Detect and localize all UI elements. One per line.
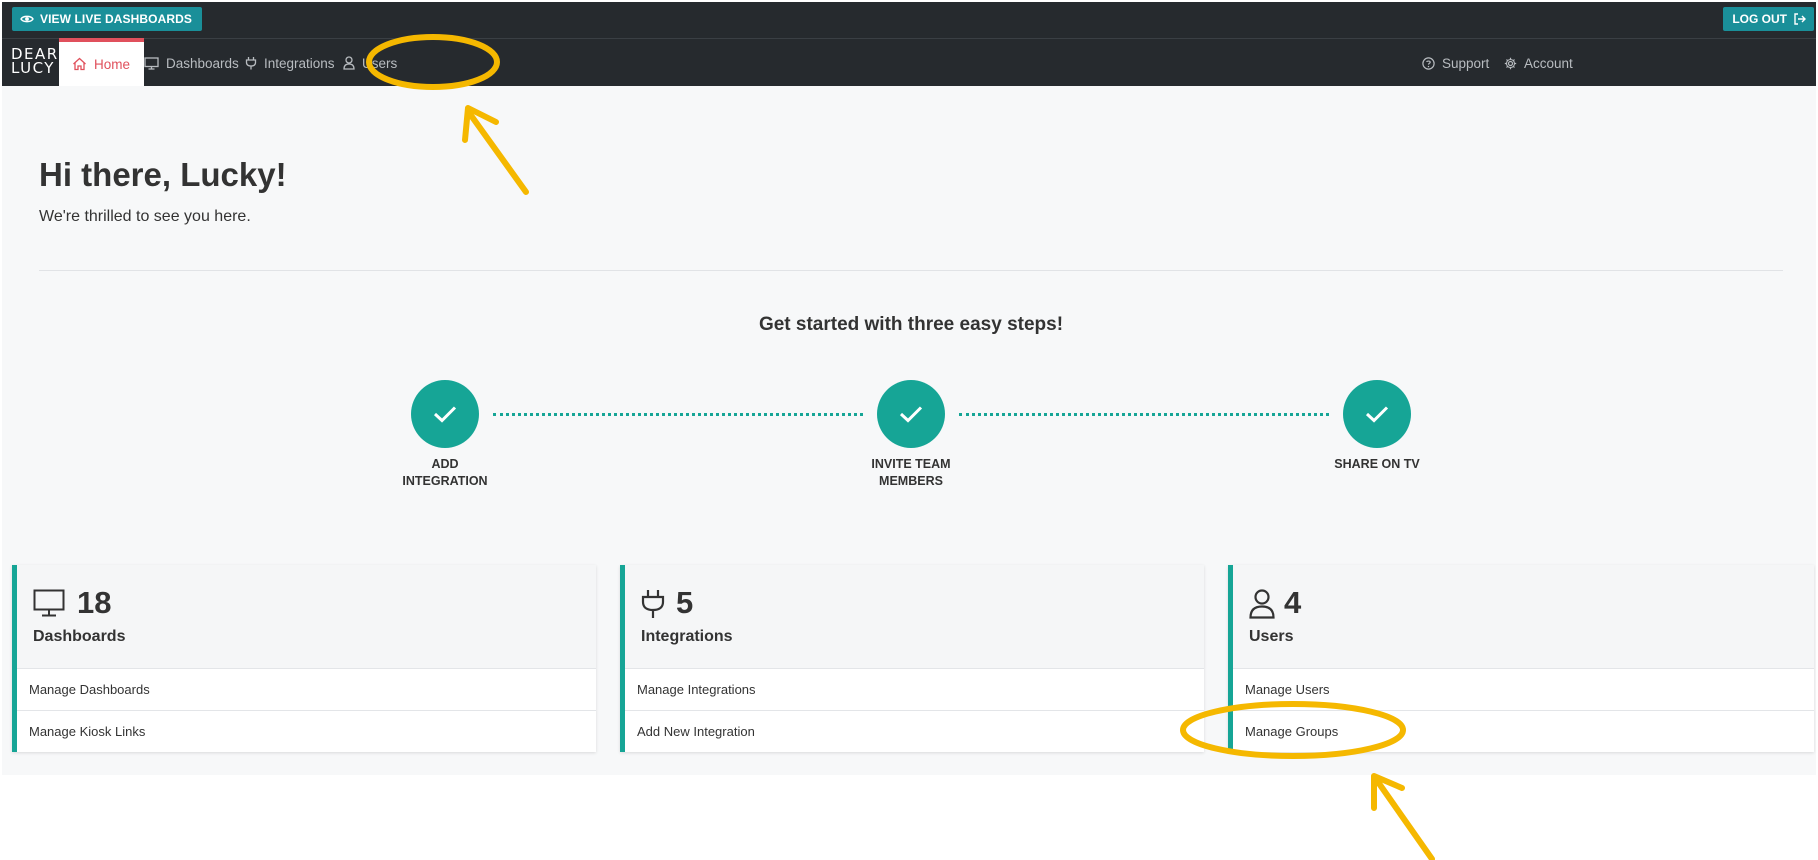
section-divider bbox=[39, 270, 1783, 271]
user-icon bbox=[343, 56, 355, 70]
card-header: 18 Dashboards bbox=[17, 565, 596, 668]
monitor-icon bbox=[33, 589, 65, 617]
users-count: 4 bbox=[1284, 585, 1302, 620]
nav-integrations-label: Integrations bbox=[264, 55, 335, 71]
step-label-line-1: INVITE TEAM bbox=[871, 457, 951, 471]
logout-button[interactable]: LOG OUT bbox=[1723, 7, 1814, 31]
step-label-line-2: INTEGRATION bbox=[402, 474, 488, 488]
step-complete-badge bbox=[877, 380, 945, 448]
dear-lucy-logo[interactable]: DEAR LUCY bbox=[11, 47, 59, 77]
view-live-dashboards-label: VIEW LIVE DASHBOARDS bbox=[40, 12, 193, 26]
step-label-line-1: ADD bbox=[431, 457, 459, 471]
plug-icon bbox=[641, 590, 665, 618]
home-icon bbox=[73, 57, 86, 71]
step-label: SHARE ON TV bbox=[1317, 456, 1437, 473]
checkmark-icon bbox=[433, 406, 457, 423]
step-share-on-tv: SHARE ON TV bbox=[1317, 380, 1437, 473]
card-header: 4 Users bbox=[1233, 565, 1814, 668]
manage-users-link[interactable]: Manage Users bbox=[1233, 668, 1814, 710]
add-new-integration-link[interactable]: Add New Integration bbox=[625, 710, 1204, 752]
logout-label: LOG OUT bbox=[1732, 12, 1787, 26]
manage-integrations-link[interactable]: Manage Integrations bbox=[625, 668, 1204, 710]
main-navbar: DEAR LUCY Home Dashboards Integrations U… bbox=[2, 38, 1816, 86]
step-complete-badge bbox=[411, 380, 479, 448]
card-users: 4 Users Manage Users Manage Groups bbox=[1228, 565, 1814, 752]
nav-home[interactable]: Home bbox=[59, 38, 145, 86]
nav-dashboards[interactable]: Dashboards bbox=[144, 39, 239, 87]
users-card-title: Users bbox=[1249, 628, 1294, 645]
nav-support[interactable]: Support bbox=[1422, 39, 1489, 87]
manage-groups-link[interactable]: Manage Groups bbox=[1233, 710, 1814, 752]
app-frame: VIEW LIVE DASHBOARDS LOG OUT DEAR LUCY H… bbox=[2, 2, 1816, 775]
card-integrations: 5 Integrations Manage Integrations Add N… bbox=[620, 565, 1204, 752]
eye-icon bbox=[20, 15, 34, 23]
steps-title: Get started with three easy steps! bbox=[758, 314, 1064, 335]
view-live-dashboards-button[interactable]: VIEW LIVE DASHBOARDS bbox=[12, 7, 203, 31]
step-label: INVITE TEAM MEMBERS bbox=[851, 456, 971, 490]
nav-users-label: Users bbox=[362, 55, 398, 71]
arrow-annotation-2 bbox=[1371, 773, 1435, 860]
checkmark-icon bbox=[899, 406, 923, 423]
gear-icon bbox=[1504, 57, 1517, 69]
card-header: 5 Integrations bbox=[625, 565, 1204, 668]
greeting-subtitle: We're thrilled to see you here. bbox=[39, 208, 251, 225]
logout-icon bbox=[1794, 13, 1806, 25]
step-add-integration: ADD INTEGRATION bbox=[385, 380, 505, 490]
dashboards-count: 18 bbox=[77, 585, 112, 620]
nav-home-label: Home bbox=[94, 56, 131, 72]
card-dashboards: 18 Dashboards Manage Dashboards Manage K… bbox=[12, 565, 596, 752]
step-complete-badge bbox=[1343, 380, 1411, 448]
monitor-icon bbox=[144, 56, 159, 70]
step-invite-team: INVITE TEAM MEMBERS bbox=[851, 380, 971, 490]
checkmark-icon bbox=[1365, 406, 1389, 423]
nav-integrations[interactable]: Integrations bbox=[245, 39, 335, 87]
step-connector-2 bbox=[959, 413, 1329, 416]
question-circle-icon bbox=[1422, 56, 1435, 70]
step-label-line-1: SHARE ON TV bbox=[1334, 457, 1420, 471]
logo-line-2: LUCY bbox=[11, 59, 55, 77]
dashboards-card-title: Dashboards bbox=[33, 628, 126, 645]
nav-dashboards-label: Dashboards bbox=[166, 55, 239, 71]
integrations-count: 5 bbox=[676, 585, 694, 620]
top-utility-bar: VIEW LIVE DASHBOARDS LOG OUT bbox=[2, 2, 1816, 38]
nav-account-label: Account bbox=[1524, 55, 1573, 71]
greeting-title: Hi there, Lucky! bbox=[39, 156, 287, 193]
manage-dashboards-link[interactable]: Manage Dashboards bbox=[17, 668, 596, 710]
nav-account[interactable]: Account bbox=[1504, 39, 1573, 87]
integrations-card-title: Integrations bbox=[641, 628, 733, 645]
user-icon bbox=[1249, 589, 1275, 619]
nav-support-label: Support bbox=[1442, 55, 1490, 71]
nav-users[interactable]: Users bbox=[343, 39, 397, 87]
step-label: ADD INTEGRATION bbox=[385, 456, 505, 490]
step-connector-1 bbox=[493, 413, 863, 416]
step-label-line-2: MEMBERS bbox=[879, 474, 943, 488]
plug-icon bbox=[245, 57, 257, 70]
manage-kiosk-links-link[interactable]: Manage Kiosk Links bbox=[17, 710, 596, 752]
